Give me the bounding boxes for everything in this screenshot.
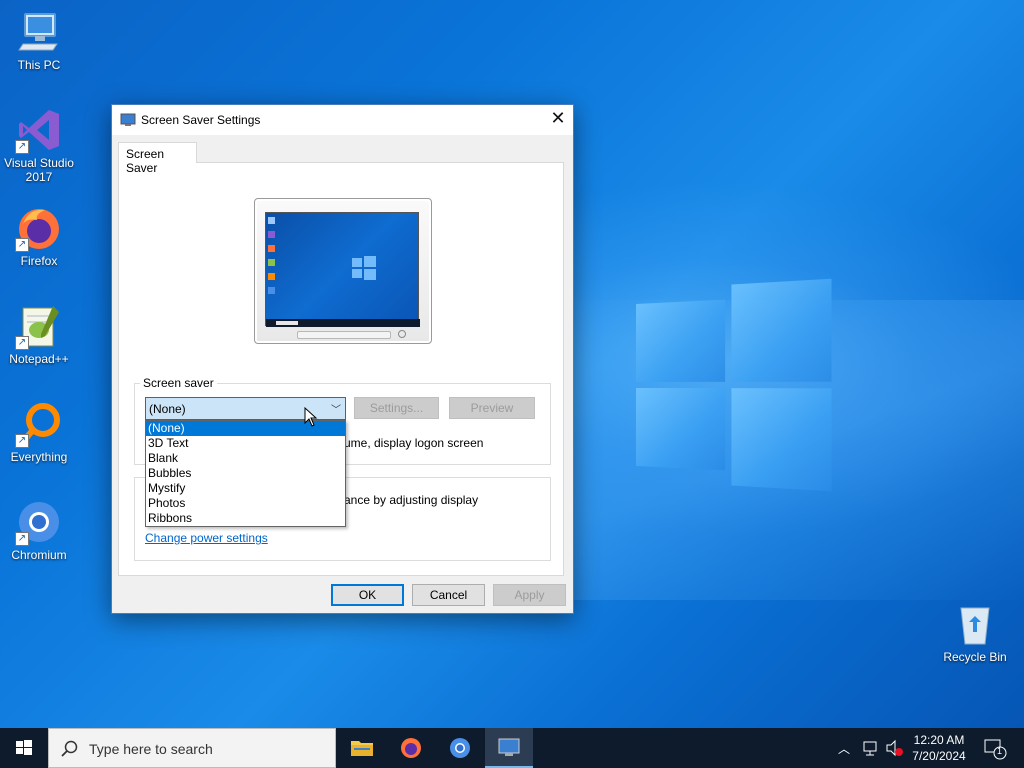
windows-logo-wallpaper [636,278,832,492]
shortcut-arrow-icon: ↗ [15,336,29,350]
windows-logo-icon [16,740,32,755]
power-description: ance by adjusting display [344,493,479,507]
close-button[interactable]: ✕ [543,105,573,135]
desktop-icon-visual-studio[interactable]: ↗ Visual Studio 2017 [0,106,78,184]
chevron-down-icon: ﹀ [331,405,341,416]
search-icon [61,740,78,757]
desktop-icon-label: Notepad++ [9,352,69,366]
computer-icon [15,8,63,56]
magnifier-icon: ↗ [15,400,63,448]
dropdown-option-blank[interactable]: Blank [146,451,345,466]
volume-muted-icon[interactable] [884,728,904,768]
shortcut-arrow-icon: ↗ [15,532,29,546]
clock-date: 7/20/2024 [912,749,966,763]
cancel-button[interactable]: Cancel [412,584,485,606]
desktop-icon-label: Firefox [20,254,58,268]
recycle-bin-icon [951,600,999,648]
logon-screen-text: ume, display logon screen [344,436,484,450]
monitor-base [297,331,391,339]
dropdown-option-mystify[interactable]: Mystify [146,481,345,496]
desktop-icon-label: Visual Studio 2017 [4,156,74,184]
dropdown-option-bubbles[interactable]: Bubbles [146,466,345,481]
taskbar-file-explorer[interactable] [338,728,386,768]
desktop-icon-label: Chromium [11,548,67,562]
screen-saver-dropdown[interactable]: (None) 3D Text Blank Bubbles Mystify Pho… [145,420,346,527]
change-power-settings-link[interactable]: Change power settings [145,531,268,545]
chromium-icon: ↗ [15,498,63,546]
ok-button[interactable]: OK [331,584,404,606]
preview-monitor [254,198,432,344]
desktop-icon-label: This PC [17,58,61,72]
close-icon: ✕ [550,108,566,129]
screen-saver-icon [498,738,520,756]
shortcut-arrow-icon: ↗ [15,434,29,448]
dropdown-option-ribbons[interactable]: Ribbons [146,511,345,526]
shortcut-arrow-icon: ↗ [15,238,29,252]
apply-button[interactable]: Apply [493,584,566,606]
chevron-up-icon[interactable]: ︿ [838,740,850,768]
notification-count: 1 [997,746,1003,756]
screen-saver-group-label: Screen saver [140,376,217,390]
desktop-icon-label: Recycle Bin [943,650,1007,664]
dropdown-option-photos[interactable]: Photos [146,496,345,511]
preview-button[interactable]: Preview [449,397,535,419]
chromium-icon [450,738,470,758]
folder-icon [351,741,373,756]
notepadpp-icon: ↗ [15,302,63,350]
desktop-icon-recycle-bin[interactable]: Recycle Bin [936,600,1014,664]
firefox-icon [401,738,421,758]
visual-studio-icon: ↗ [15,106,63,154]
dialog-title: Screen Saver Settings [141,113,261,127]
firefox-icon: ↗ [15,204,63,252]
desktop-icon-this-pc[interactable]: This PC [0,8,78,72]
clock-time: 12:20 AM [913,733,965,747]
notification-center-button[interactable]: 1 [980,728,1008,768]
dialog-titlebar[interactable]: Screen Saver Settings ✕ [112,105,573,135]
tab-screen-saver[interactable]: Screen Saver [118,142,197,175]
desktop-icon-chromium[interactable]: ↗ Chromium [0,498,78,562]
desktop-icon-everything[interactable]: ↗ Everything [0,400,78,464]
taskbar-firefox[interactable] [387,728,435,768]
desktop-icon-notepadpp[interactable]: ↗ Notepad++ [0,302,78,366]
start-button[interactable] [0,728,48,768]
taskbar-search-box[interactable]: Type here to search [48,728,336,768]
settings-button[interactable]: Settings... [354,397,439,419]
shortcut-arrow-icon: ↗ [15,140,29,154]
taskbar-clock[interactable]: 12:20 AM 7/20/2024 [904,732,974,764]
preview-screen [265,212,420,327]
taskbar-screen-saver-settings[interactable] [485,728,533,768]
screen-saver-selected-value: (None) [149,402,186,416]
notification-icon [984,739,1007,760]
power-icon [398,330,406,338]
desktop-icon-label: Everything [10,450,68,464]
taskbar-chromium[interactable] [436,728,484,768]
screen-saver-icon [120,113,136,127]
desktop-icon-firefox[interactable]: ↗ Firefox [0,204,78,268]
network-icon[interactable] [862,728,880,768]
dropdown-option-3d-text[interactable]: 3D Text [146,436,345,451]
taskbar: Type here to search ︿ 12:20 AM 7/20/2024… [0,728,1024,768]
search-placeholder: Type here to search [89,741,213,757]
mouse-cursor-icon [304,406,318,427]
